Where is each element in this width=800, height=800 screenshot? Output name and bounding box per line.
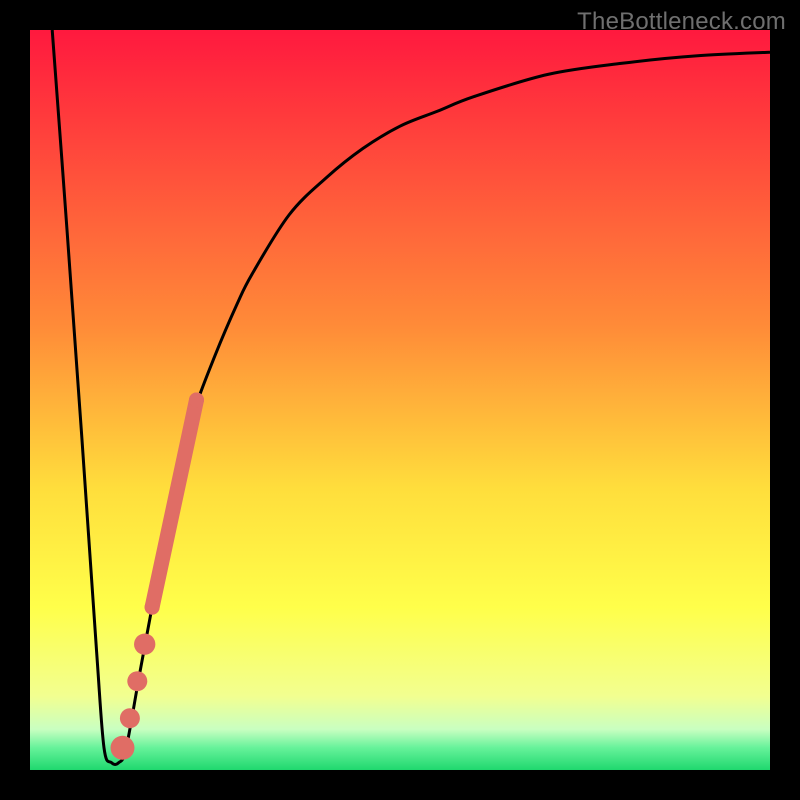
- highlight-band-end: [189, 393, 204, 408]
- highlight-band-start: [145, 600, 160, 615]
- chart-frame: TheBottleneck.com: [0, 0, 800, 800]
- point-b: [127, 671, 147, 691]
- plot-area: [30, 30, 770, 770]
- point-c: [120, 708, 140, 728]
- point-a: [134, 634, 155, 655]
- point-d: [111, 736, 135, 760]
- chart-svg: [30, 30, 770, 770]
